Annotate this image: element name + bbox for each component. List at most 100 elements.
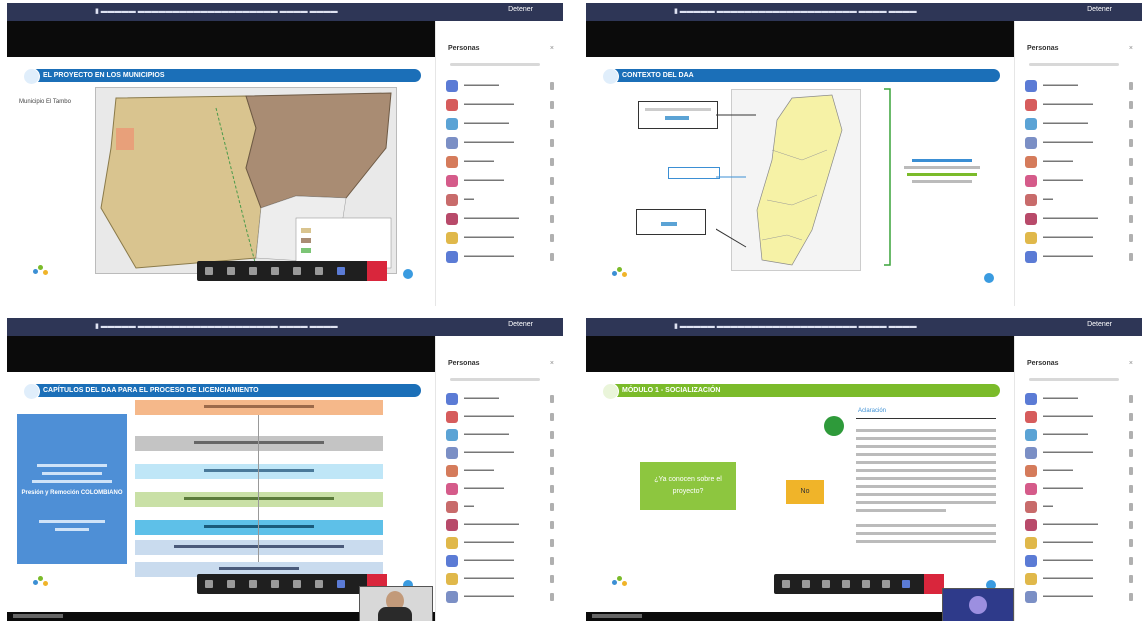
participant-row[interactable]: ▬▬▬▬▬▬▬▬▬▬ xyxy=(446,554,558,568)
info-button[interactable] xyxy=(403,269,413,279)
mic-icon xyxy=(550,253,554,261)
participant-row[interactable]: ▬▬▬▬▬▬▬▬▬▬▬ xyxy=(1025,518,1137,532)
avatar xyxy=(446,483,458,495)
participant-row[interactable]: ▬▬▬▬▬▬▬▬▬▬ xyxy=(1025,98,1137,112)
participant-row[interactable]: ▬▬▬▬▬▬▬▬ xyxy=(1025,174,1137,188)
participant-row[interactable]: ▬▬▬▬▬▬▬▬▬▬ xyxy=(1025,554,1137,568)
participant-row[interactable]: ▬▬▬▬▬▬▬▬▬▬ xyxy=(1025,250,1137,264)
participant-row[interactable]: ▬▬▬▬▬▬▬▬▬ xyxy=(446,117,558,131)
more-icon[interactable] xyxy=(882,580,890,588)
people-header: Personas xyxy=(1027,45,1059,52)
participant-row[interactable]: ▬▬▬▬▬▬▬▬▬▬ xyxy=(1025,446,1137,460)
participant-row[interactable]: ▬▬ xyxy=(1025,500,1137,514)
record-icon[interactable] xyxy=(205,267,213,275)
hand-icon[interactable] xyxy=(842,580,850,588)
participant-row[interactable]: ▬▬▬▬▬▬▬▬▬▬ xyxy=(446,410,558,424)
participant-name: ▬▬▬▬▬▬▬▬▬▬▬ xyxy=(1043,521,1098,527)
participant-row[interactable]: ▬▬▬▬▬▬▬▬▬▬ xyxy=(1025,231,1137,245)
participant-row[interactable]: ▬▬▬▬▬▬▬▬▬▬ xyxy=(1025,136,1137,150)
end-call-icon[interactable] xyxy=(924,574,944,594)
chat-icon[interactable] xyxy=(902,580,910,588)
close-icon[interactable]: × xyxy=(1129,45,1133,52)
participant-row[interactable]: ▬▬▬▬▬▬▬▬▬ xyxy=(446,428,558,442)
close-icon[interactable]: × xyxy=(1129,360,1133,367)
avatar xyxy=(1025,213,1037,225)
participant-row[interactable]: ▬▬▬▬▬▬▬▬▬▬ xyxy=(446,136,558,150)
participant-row[interactable]: ▬▬▬▬▬▬▬▬▬ xyxy=(1025,117,1137,131)
participant-row[interactable]: ▬▬ xyxy=(446,193,558,207)
avatar xyxy=(446,393,458,405)
record-icon[interactable] xyxy=(782,580,790,588)
participant-row[interactable]: ▬▬▬▬▬▬▬▬▬▬ xyxy=(1025,536,1137,550)
camera-icon[interactable] xyxy=(249,267,257,275)
participant-row[interactable]: ▬▬▬▬▬▬▬▬▬▬ xyxy=(1025,410,1137,424)
mic-icon xyxy=(550,431,554,439)
mic-icon xyxy=(1129,449,1133,457)
participant-row[interactable]: ▬▬▬▬▬▬▬▬▬▬▬ xyxy=(446,212,558,226)
logo xyxy=(33,265,49,277)
more-icon[interactable] xyxy=(315,580,323,588)
participant-row[interactable]: ▬▬▬▬▬▬▬▬ xyxy=(446,174,558,188)
camera-icon[interactable] xyxy=(822,580,830,588)
screen-share-icon[interactable] xyxy=(293,580,301,588)
participant-row[interactable]: ▬▬▬▬▬▬▬ xyxy=(1025,79,1137,93)
close-icon[interactable]: × xyxy=(550,360,554,367)
participant-name: ▬▬▬▬▬▬▬▬▬▬ xyxy=(464,557,514,563)
mic-icon xyxy=(1129,82,1133,90)
participant-row[interactable]: ▬▬▬▬▬▬▬▬▬▬ xyxy=(446,98,558,112)
participant-row[interactable]: ▬▬▬▬▬▬▬ xyxy=(446,392,558,406)
avatar xyxy=(1025,465,1037,477)
mic-icon xyxy=(1129,521,1133,529)
stop-button[interactable]: Detener xyxy=(1087,321,1112,328)
participant-row[interactable]: ▬▬▬▬▬▬▬▬▬▬▬ xyxy=(1025,212,1137,226)
participant-row[interactable]: ▬▬▬▬▬▬▬▬▬▬ xyxy=(1025,572,1137,586)
camera-icon[interactable] xyxy=(249,580,257,588)
avatar xyxy=(446,591,458,603)
participant-row[interactable]: ▬▬ xyxy=(446,500,558,514)
avatar xyxy=(446,99,458,111)
participant-row[interactable]: ▬▬▬▬▬▬▬▬▬ xyxy=(1025,428,1137,442)
stop-button[interactable]: Detener xyxy=(508,6,533,13)
chat-icon[interactable] xyxy=(337,580,345,588)
screen-share-icon[interactable] xyxy=(293,267,301,275)
participant-row[interactable]: ▬▬▬▬▬▬▬ xyxy=(446,79,558,93)
participant-row[interactable]: ▬▬▬▬▬▬▬▬▬▬ xyxy=(446,250,558,264)
chat-icon[interactable] xyxy=(337,267,345,275)
participant-row[interactable]: ▬▬▬▬▬▬▬ xyxy=(1025,392,1137,406)
mic-icon[interactable] xyxy=(227,580,235,588)
participant-row[interactable]: ▬▬▬▬▬▬▬▬▬▬ xyxy=(446,446,558,460)
participant-row[interactable]: ▬▬▬▬▬▬ xyxy=(446,155,558,169)
people-panel: Personas × ▬▬▬▬▬▬▬ ▬▬▬▬▬▬▬▬▬▬ ▬▬▬▬▬▬▬▬▬ … xyxy=(1014,336,1142,621)
participant-row[interactable]: ▬▬▬▬▬▬▬▬▬▬ xyxy=(446,231,558,245)
end-call-icon[interactable] xyxy=(367,261,387,281)
record-icon[interactable] xyxy=(205,580,213,588)
participant-row[interactable]: ▬▬ xyxy=(1025,193,1137,207)
mic-icon[interactable] xyxy=(802,580,810,588)
participant-row[interactable]: ▬▬▬▬▬▬ xyxy=(446,464,558,478)
slide-title: CONTEXTO DEL DAA xyxy=(622,72,694,79)
info-button[interactable] xyxy=(984,273,994,283)
participant-row[interactable]: ▬▬▬▬▬▬▬▬ xyxy=(1025,482,1137,496)
stop-button[interactable]: Detener xyxy=(1087,6,1112,13)
participant-row[interactable]: ▬▬▬▬▬▬▬▬▬▬ xyxy=(1025,590,1137,604)
participant-row[interactable]: ▬▬▬▬▬▬▬▬▬▬ xyxy=(446,572,558,586)
stop-button[interactable]: Detener xyxy=(508,321,533,328)
participant-row[interactable]: ▬▬▬▬▬▬▬▬▬▬ xyxy=(446,590,558,604)
mic-icon xyxy=(1129,177,1133,185)
hand-icon[interactable] xyxy=(271,267,279,275)
close-icon[interactable]: × xyxy=(550,45,554,52)
more-icon[interactable] xyxy=(315,267,323,275)
participant-row[interactable]: ▬▬▬▬▬▬▬▬▬▬ xyxy=(446,536,558,550)
section-underline xyxy=(856,418,996,419)
hand-icon[interactable] xyxy=(271,580,279,588)
mic-icon xyxy=(1129,557,1133,565)
screen-share-icon[interactable] xyxy=(862,580,870,588)
participant-row[interactable]: ▬▬▬▬▬▬▬▬ xyxy=(446,482,558,496)
slide-title-bar: EL PROYECTO EN LOS MUNICIPIOS xyxy=(23,68,421,85)
participant-row[interactable]: ▬▬▬▬▬▬ xyxy=(1025,464,1137,478)
participant-row[interactable]: ▬▬▬▬▬▬ xyxy=(1025,155,1137,169)
participant-row[interactable]: ▬▬▬▬▬▬▬▬▬▬▬ xyxy=(446,518,558,532)
avatar xyxy=(446,137,458,149)
mic-icon[interactable] xyxy=(227,267,235,275)
avatar xyxy=(446,555,458,567)
